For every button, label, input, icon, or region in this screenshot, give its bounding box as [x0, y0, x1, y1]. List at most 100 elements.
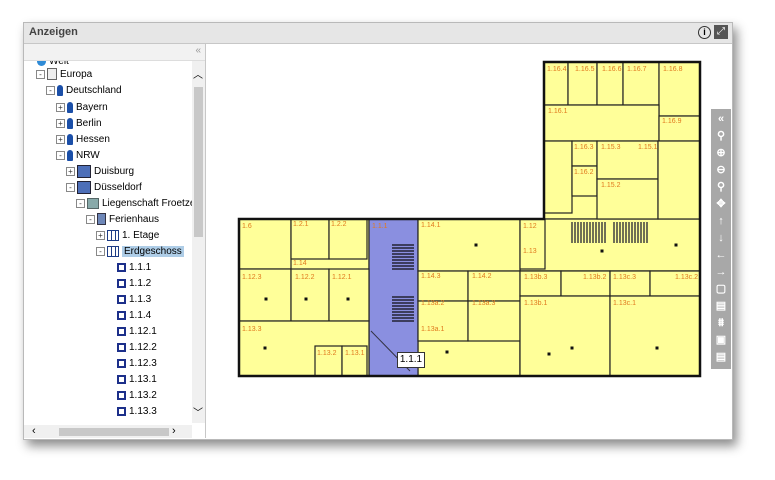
room-label: 1.16.8 [663, 66, 683, 73]
room[interactable] [467, 300, 521, 342]
collapse-icon[interactable]: « [713, 111, 729, 127]
room[interactable] [519, 218, 701, 272]
tree-horizontal-scrollbar[interactable]: ‹ › [24, 425, 192, 438]
tree-node-10[interactable]: - Ferienhaus [86, 213, 159, 227]
room-label: 1.16.6 [602, 66, 622, 73]
collapse-icon[interactable]: - [56, 150, 65, 160]
tree-node-13[interactable]: 1.1.1 [106, 261, 151, 275]
room-icon [117, 358, 126, 368]
collapse-icon[interactable]: - [96, 246, 105, 256]
tree-node-5[interactable]: + Hessen [56, 133, 110, 147]
room-label: 1.13b.1 [524, 300, 547, 307]
tree-node-label: 1.1.2 [129, 278, 152, 289]
tree-node-9[interactable]: - Liegenschaft Froetzel [76, 197, 192, 211]
measure-icon[interactable]: ⩩ [713, 315, 729, 331]
select-icon[interactable]: ▤ [713, 298, 729, 314]
tree-node-8[interactable]: - Düsseldorf [66, 181, 142, 195]
tree-node-label: 1.12.2 [129, 342, 157, 353]
collapse-icon[interactable]: - [46, 85, 55, 95]
tree-panel: « Welt - Europa - Deutschland + Bayern + Berlin +… [24, 44, 206, 438]
tree-node-3[interactable]: + Bayern [56, 101, 108, 115]
room[interactable] [657, 140, 701, 220]
tree-node-19[interactable]: 1.12.3 [106, 357, 157, 371]
pin-icon [57, 84, 63, 96]
tree-node-23[interactable]: 1.13a.1 [106, 421, 162, 423]
room-label: 1.2.1 [293, 221, 309, 228]
save-icon[interactable]: ▣ [713, 332, 729, 348]
tree-vertical-scrollbar[interactable]: ︿ ﹀ [192, 61, 205, 423]
tree-node-4[interactable]: + Berlin [56, 117, 102, 131]
room[interactable] [609, 295, 701, 377]
map-toolbar: «⚲ ⊕ ⊖ ⚲ ✥ ↑ ↓ ← → ▢ ▤ ⩩ ▣ ▤ [711, 109, 731, 369]
room-label: 1.16.2 [574, 169, 594, 176]
selected-room-tooltip: 1.1.1 [397, 352, 425, 368]
tree-node-17[interactable]: 1.12.1 [106, 325, 157, 339]
tree-node-2[interactable]: - Deutschland [46, 84, 122, 98]
room-label: 1.13c.2 [675, 274, 698, 281]
info-icon[interactable]: i [698, 26, 711, 39]
floor-icon [107, 229, 119, 241]
scroll-right-icon[interactable]: › [172, 425, 176, 437]
tree-node-16[interactable]: 1.1.4 [106, 309, 151, 323]
arrow-left-icon[interactable]: ← [713, 247, 729, 263]
room[interactable] [519, 295, 611, 377]
tree-node-18[interactable]: 1.12.2 [106, 341, 157, 355]
room-label: 1.16.3 [574, 144, 594, 151]
tree-node-7[interactable]: + Duisburg [66, 165, 134, 179]
tree-node-22[interactable]: 1.13.3 [106, 405, 157, 419]
print-icon[interactable]: ▤ [713, 349, 729, 365]
pan-icon[interactable]: ✥ [713, 196, 729, 212]
tree-node-15[interactable]: 1.1.3 [106, 293, 151, 307]
scroll-up-icon[interactable]: ︿ [193, 66, 203, 81]
collapse-icon[interactable]: - [66, 183, 75, 192]
zoom-in-icon[interactable]: ⊕ [713, 145, 729, 161]
expand-icon[interactable]: + [66, 167, 75, 176]
socket [655, 346, 659, 350]
tree-node-6[interactable]: - NRW [56, 149, 100, 163]
room[interactable] [417, 300, 469, 342]
zoom-extent-icon[interactable]: ⚲ [713, 179, 729, 195]
zoom-out-icon[interactable]: ⊖ [713, 162, 729, 178]
pin-icon [67, 149, 73, 161]
scroll-thumb[interactable] [194, 87, 203, 237]
arrow-up-icon[interactable]: ↑ [713, 213, 729, 229]
tree-node-21[interactable]: 1.13.2 [106, 389, 157, 403]
collapse-icon[interactable]: - [86, 214, 95, 224]
collapse-icon[interactable]: - [36, 69, 45, 79]
room-icon [117, 310, 126, 320]
floor-plan-view[interactable]: 1.16.4 1.16.5 1.16.6 1.16.7 1.16.8 1.16.1 1.16… [206, 44, 732, 438]
expand-icon[interactable]: + [56, 134, 65, 144]
scroll-left-icon[interactable]: ‹ [32, 425, 36, 437]
arrow-right-icon[interactable]: → [713, 264, 729, 280]
room-label: 1.13c.1 [613, 300, 636, 307]
tree-node-12[interactable]: - Erdgeschoss [96, 245, 184, 259]
tree-node-label: Liegenschaft Froetzel [102, 198, 192, 209]
expand-icon[interactable]: + [56, 118, 65, 128]
tree-node-label: 1. Etage [122, 230, 160, 241]
tree-node-14[interactable]: 1.1.2 [106, 277, 151, 291]
zoom-icon[interactable]: ⚲ [713, 128, 729, 144]
scroll-down-icon[interactable]: ﹀ [193, 404, 203, 419]
collapse-icon[interactable]: - [76, 198, 85, 208]
maximize-icon[interactable]: ⤢ [714, 25, 728, 39]
room-label: 1.13b.2 [583, 274, 606, 281]
room-label: 1.6 [242, 223, 252, 230]
room-label: 1.2.2 [331, 221, 347, 228]
hscroll-thumb[interactable] [59, 428, 169, 436]
collapse-panel-icon[interactable]: « [195, 45, 201, 56]
tree-node-label: Erdgeschoss [122, 246, 184, 257]
tree-node-11[interactable]: +1. Etage [96, 229, 159, 243]
expand-icon[interactable]: + [96, 230, 105, 240]
room-label: 1.14.3 [421, 273, 441, 280]
floor-plan[interactable]: 1.16.4 1.16.5 1.16.6 1.16.7 1.16.8 1.16.1 1.16… [206, 44, 732, 438]
tree-node-20[interactable]: 1.13.1 [106, 373, 157, 387]
pin-icon [67, 117, 73, 129]
socket [346, 297, 350, 301]
tree-node-1[interactable]: - Europa [36, 68, 92, 82]
arrow-down-icon[interactable]: ↓ [713, 230, 729, 246]
room[interactable] [543, 140, 573, 214]
select-area-icon[interactable]: ▢ [713, 281, 729, 297]
tree-collapse-bar[interactable]: « [24, 44, 205, 61]
room-label: 1.13.3 [242, 326, 262, 333]
expand-icon[interactable]: + [56, 102, 65, 112]
